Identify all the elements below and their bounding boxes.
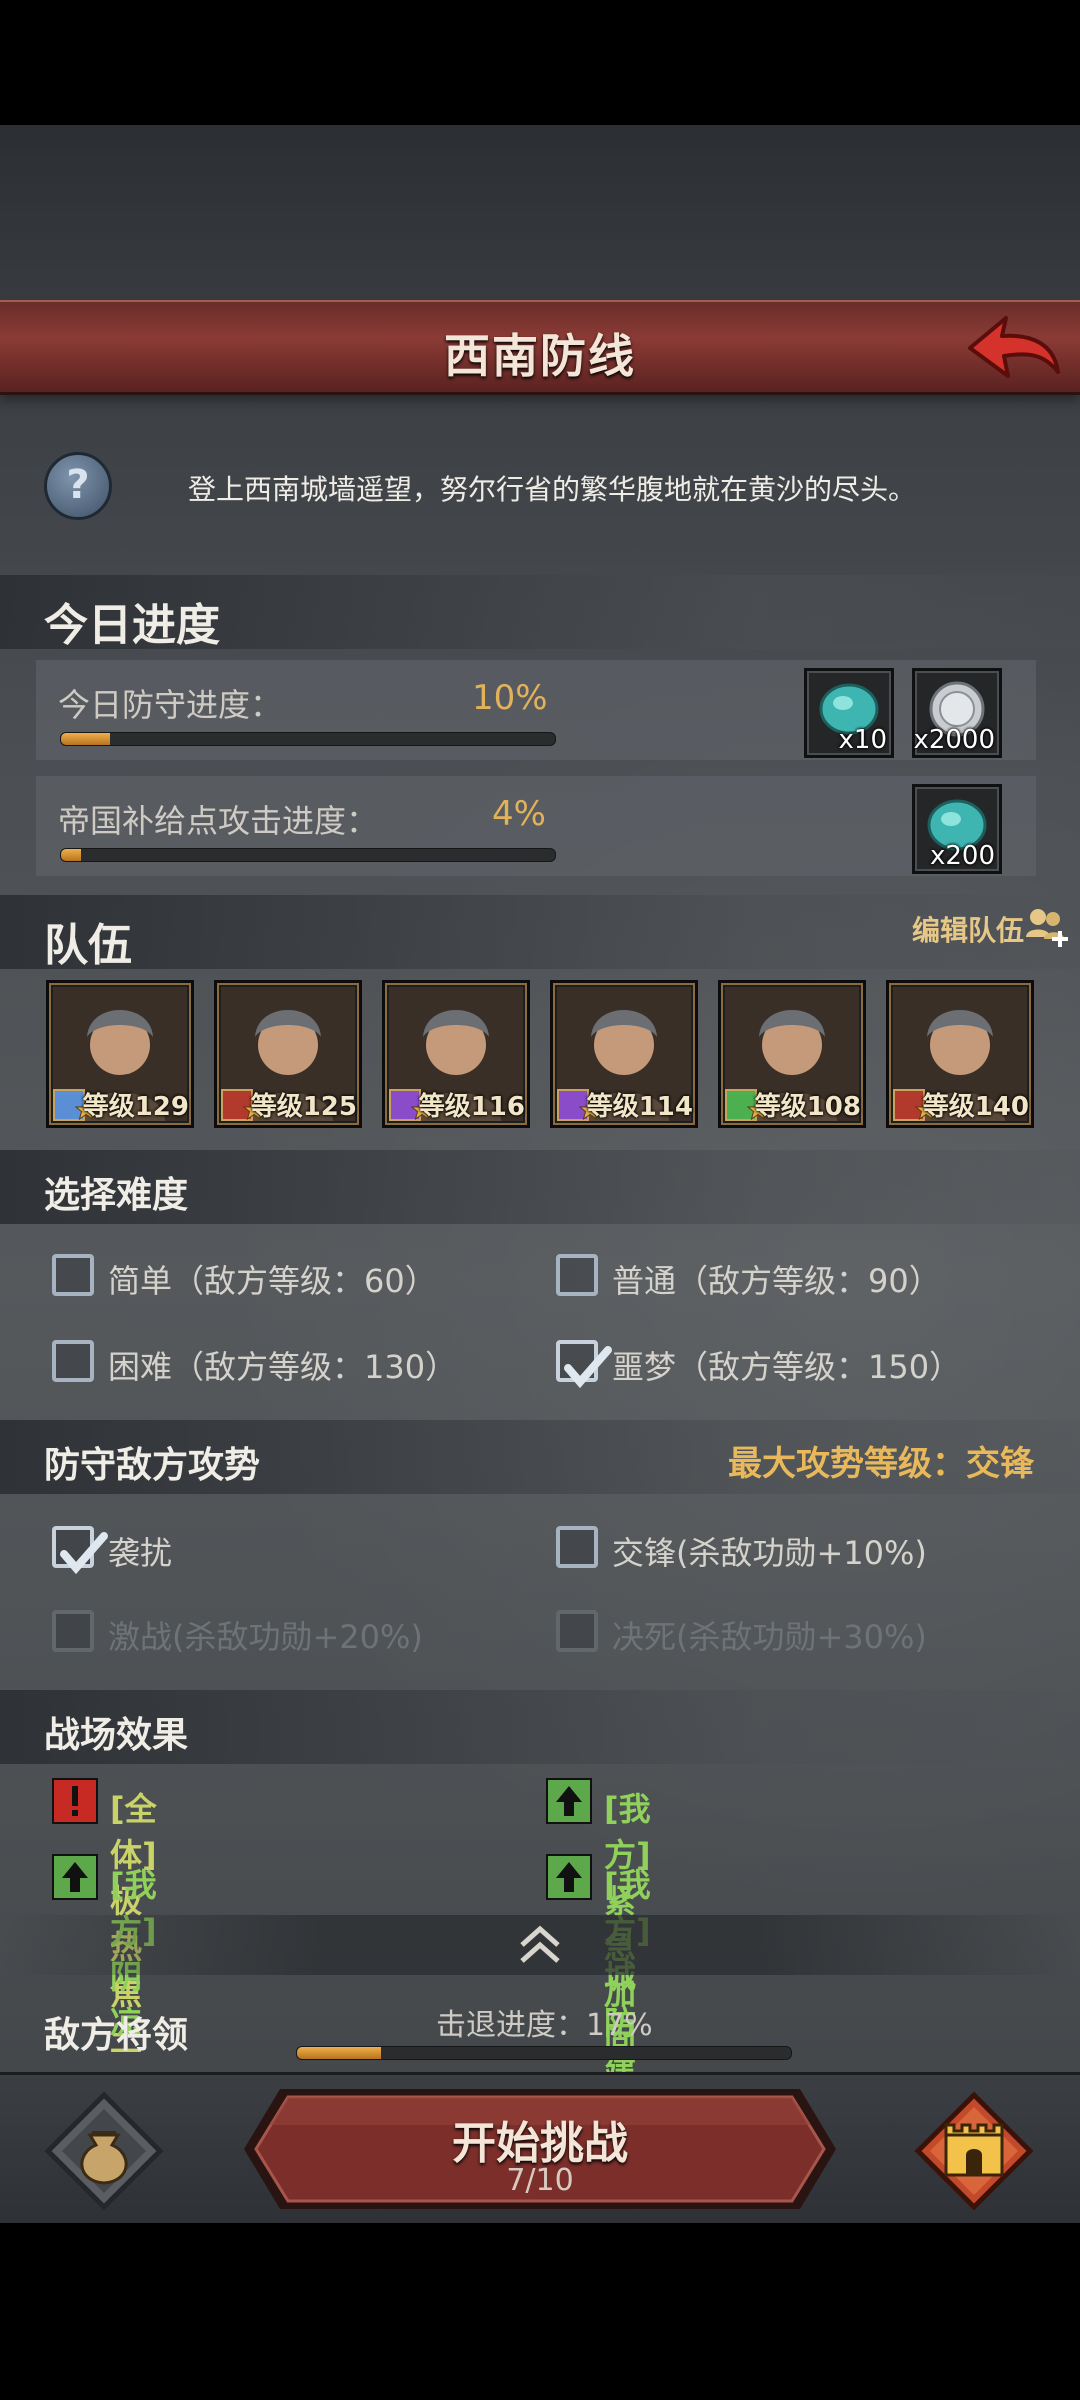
buff-up-icon	[52, 1854, 98, 1900]
team-edit-icon[interactable]	[1022, 903, 1068, 949]
reward-item[interactable]: x2000	[912, 668, 1002, 758]
progress-value: 10%	[472, 678, 548, 718]
checkbox[interactable]	[556, 1526, 598, 1568]
checkbox[interactable]	[52, 1254, 94, 1296]
reward-count: x10	[838, 725, 887, 755]
hero-level: 等级108	[754, 1092, 861, 1122]
reward-item[interactable]: x10	[804, 668, 894, 758]
progress-row-supply: 帝国补给点攻击进度： 4% x200	[36, 776, 1036, 876]
buff-up-icon	[546, 1854, 592, 1900]
option-label: 噩梦（敌方等级：150）	[612, 1348, 962, 1386]
double-chevron-up-icon	[520, 1925, 560, 1963]
attack-option-harass[interactable]: 袭扰	[52, 1518, 532, 1578]
checkbox[interactable]	[556, 1340, 612, 1389]
challenge-count: 7/10	[506, 2163, 574, 2198]
attack-title: 防守敌方攻势	[44, 1445, 261, 1486]
hero-level: 等级125	[250, 1092, 357, 1122]
back-arrow-icon	[968, 316, 1060, 378]
option-label: 简单（敌方等级：60）	[108, 1262, 437, 1300]
checkbox[interactable]	[556, 1610, 598, 1652]
checkbox[interactable]	[52, 1526, 108, 1575]
repel-progress-label: 击退进度：17%	[436, 2008, 653, 2043]
option-label: 决死(杀敌功勋+30%)	[612, 1618, 927, 1656]
progress-fill	[61, 849, 81, 861]
checkmark-icon	[60, 1532, 108, 1575]
today-title: 今日进度	[44, 600, 220, 651]
warning-icon	[52, 1778, 98, 1824]
reward-item[interactable]: x200	[912, 784, 1002, 874]
castle-icon	[914, 2091, 1034, 2211]
buff-up-icon	[546, 1778, 592, 1824]
info-row: ? 登上西南城墙遥望，努尔行省的繁华腹地就在黄沙的尽头。	[0, 430, 1080, 530]
progress-track	[60, 848, 556, 862]
loot-bag-button[interactable]	[42, 2089, 166, 2213]
option-label: 激战(杀敌功勋+20%)	[108, 1618, 423, 1656]
section-difficulty: 选择难度	[0, 1150, 1080, 1224]
edit-team-button[interactable]: 编辑队伍	[912, 909, 1024, 949]
reward-count: x200	[929, 841, 995, 871]
help-icon[interactable]: ?	[44, 452, 112, 520]
enemy-title: 敌方将领	[44, 2015, 189, 2056]
difficulty-option-hard[interactable]: 困难（敌方等级：130）	[52, 1332, 532, 1392]
castle-button[interactable]	[912, 2089, 1036, 2213]
repel-progress-track	[296, 2046, 792, 2060]
difficulty-option-easy[interactable]: 简单（敌方等级：60）	[52, 1246, 532, 1306]
reward-count: x2000	[913, 725, 995, 755]
back-button[interactable]	[962, 310, 1062, 384]
hero-card[interactable]: 等级125	[214, 980, 362, 1128]
option-label: 交锋(杀敌功勋+10%)	[612, 1534, 927, 1572]
hero-level: 等级129	[82, 1092, 189, 1122]
effects-title: 战场效果	[44, 1715, 189, 1756]
hero-card[interactable]: 等级129	[46, 980, 194, 1128]
attack-option-clash[interactable]: 交锋(杀敌功勋+10%)	[556, 1518, 1036, 1578]
progress-row-defense: 今日防守进度： 10% x10 x2000	[36, 660, 1036, 760]
section-team: 队伍 编辑队伍	[0, 895, 1080, 971]
difficulty-option-nightmare[interactable]: 噩梦（敌方等级：150）	[556, 1332, 1036, 1392]
checkbox[interactable]	[556, 1254, 598, 1296]
bottom-bar: 开始挑战 7/10	[0, 2072, 1080, 2223]
start-challenge-label: 开始挑战	[452, 2118, 628, 2169]
page-title: 西南防线	[444, 329, 636, 383]
checkmark-icon	[564, 1346, 612, 1389]
hero-card[interactable]: 等级108	[718, 980, 866, 1128]
max-attack-level: 最大攻势等级：交锋	[728, 1444, 1034, 1484]
attack-option-fierce[interactable]: 激战(杀敌功勋+20%)	[52, 1602, 532, 1662]
info-text: 登上西南城墙遥望，努尔行省的繁华腹地就在黄沙的尽头。	[188, 473, 917, 506]
progress-label: 今日防守进度：	[58, 686, 283, 724]
checkbox[interactable]	[52, 1610, 94, 1652]
progress-fill	[61, 733, 111, 745]
difficulty-option-normal[interactable]: 普通（敌方等级：90）	[556, 1246, 1036, 1306]
progress-track	[60, 732, 556, 746]
progress-label: 帝国补给点攻击进度：	[58, 802, 379, 840]
repel-progress-fill	[297, 2047, 381, 2059]
loot-bag-icon	[44, 2091, 164, 2211]
start-challenge-button[interactable]: 开始挑战 7/10	[240, 2085, 840, 2213]
hero-level: 等级140	[922, 1092, 1029, 1122]
option-label: 困难（敌方等级：130）	[108, 1348, 458, 1386]
collapse-button[interactable]	[0, 1915, 1080, 1975]
section-effects: 战场效果	[0, 1690, 1080, 1764]
team-title: 队伍	[44, 920, 132, 971]
hero-card[interactable]: 等级140	[886, 980, 1034, 1128]
option-label: 袭扰	[108, 1534, 173, 1572]
option-label: 普通（敌方等级：90）	[612, 1262, 941, 1300]
hero-level: 等级114	[586, 1092, 693, 1122]
hero-card[interactable]: 等级116	[382, 980, 530, 1128]
hero-card[interactable]: 等级114	[550, 980, 698, 1128]
section-attack: 防守敌方攻势 最大攻势等级：交锋	[0, 1420, 1080, 1494]
checkbox[interactable]	[52, 1340, 94, 1382]
progress-value: 4%	[492, 794, 546, 834]
hero-level: 等级116	[418, 1092, 525, 1122]
attack-option-death[interactable]: 决死(杀敌功勋+30%)	[556, 1602, 1036, 1662]
section-today: 今日进度	[0, 575, 1080, 651]
difficulty-title: 选择难度	[44, 1175, 189, 1216]
title-bar: 西南防线	[0, 300, 1080, 395]
